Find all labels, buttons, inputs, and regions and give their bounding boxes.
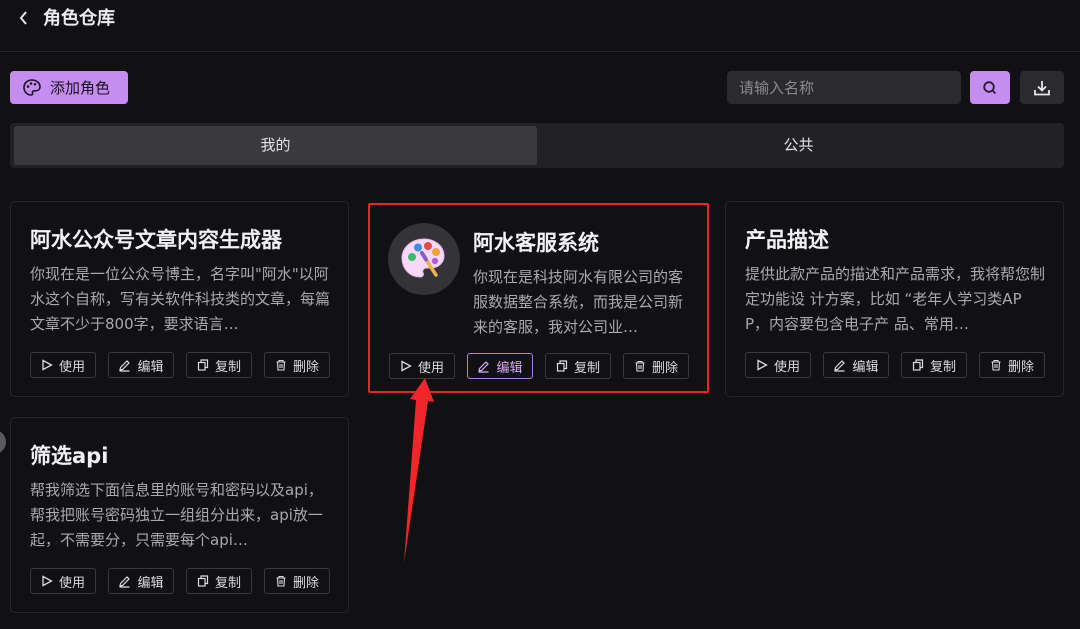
back-button[interactable] (14, 6, 34, 30)
copy-icon (556, 360, 568, 372)
delete-button[interactable]: 删除 (979, 352, 1045, 378)
play-icon (757, 359, 768, 371)
use-button[interactable]: 使用 (745, 352, 811, 378)
card-description: 你现在是一位公众号博主，名字叫"阿水"以阿水这个自称，写有关软件科技类的文章，每… (30, 265, 330, 333)
edit-button[interactable]: 编辑 (108, 352, 174, 378)
card-description: 帮我筛选下面信息里的账号和密码以及api，帮我把账号密码独立一组组分出来，api… (30, 481, 323, 549)
palette-icon (23, 78, 41, 96)
edit-label: 编辑 (137, 575, 164, 591)
copy-label: 复制 (214, 575, 241, 591)
copy-button[interactable]: 复制 (186, 352, 252, 378)
chevron-left-icon (19, 11, 27, 25)
delete-button[interactable]: 删除 (623, 353, 689, 379)
avatar (388, 223, 460, 295)
copy-icon (197, 359, 209, 371)
delete-button[interactable]: 删除 (264, 352, 330, 378)
edit-label: 编辑 (137, 359, 164, 375)
delete-label: 删除 (1007, 359, 1034, 375)
pencil-icon (834, 359, 846, 372)
trash-icon (276, 359, 286, 371)
card-title: 阿水客服系统 (473, 231, 599, 255)
copy-icon (197, 575, 209, 587)
copy-button[interactable]: 复制 (901, 352, 967, 378)
copy-label: 复制 (929, 359, 956, 375)
tab-bar: 我的 公共 (10, 123, 1064, 168)
download-button[interactable] (1020, 71, 1064, 104)
header: 角色仓库 (0, 0, 1080, 52)
delete-label: 删除 (292, 359, 319, 375)
delete-label: 删除 (651, 360, 678, 376)
delete-label: 删除 (292, 575, 319, 591)
trash-icon (276, 575, 286, 587)
tab-mine[interactable]: 我的 (14, 126, 537, 165)
pencil-icon (119, 359, 131, 372)
role-card[interactable]: 阿水公众号文章内容生成器 你现在是一位公众号博主，名字叫"阿水"以阿水这个自称，… (10, 201, 349, 397)
trash-icon (991, 359, 1001, 371)
palette-icon (401, 238, 445, 278)
use-label: 使用 (773, 359, 800, 375)
edit-label: 编辑 (852, 359, 879, 375)
pencil-icon (478, 360, 490, 373)
tab-public[interactable]: 公共 (537, 126, 1060, 165)
use-label: 使用 (58, 359, 85, 375)
add-role-button[interactable]: 添加角色 (10, 71, 128, 104)
edit-button[interactable]: 编辑 (823, 352, 889, 378)
role-card[interactable]: 筛选api 帮我筛选下面信息里的账号和密码以及api，帮我把账号密码独立一组组分… (10, 417, 349, 613)
role-warehouse-page: 角色仓库 添加角色 我的 公共 阿水公众号文章内容生成器 你现在是一位公众号博主… (0, 0, 1080, 629)
card-description: 提供此款产品的描述和产品需求，我将帮您制定功能设 计方案，比如 “老年人学习类A… (745, 265, 1045, 333)
edit-button[interactable]: 编辑 (108, 568, 174, 594)
use-label: 使用 (58, 575, 85, 591)
pencil-icon (119, 575, 131, 588)
page-title: 角色仓库 (43, 8, 115, 29)
scroll-handle[interactable] (0, 430, 6, 454)
edit-button[interactable]: 编辑 (467, 353, 533, 379)
add-role-label: 添加角色 (50, 79, 111, 97)
role-card[interactable]: 产品描述 提供此款产品的描述和产品需求，我将帮您制定功能设 计方案，比如 “老年… (725, 201, 1064, 397)
use-button[interactable]: 使用 (30, 568, 96, 594)
search-input[interactable] (727, 71, 961, 104)
card-title: 筛选api (30, 444, 109, 468)
search-button[interactable] (970, 71, 1010, 104)
card-title: 产品描述 (745, 228, 829, 252)
download-icon (1034, 80, 1050, 95)
role-card-highlighted[interactable]: 阿水客服系统 你现在是科技阿水有限公司的客服数据整合系统，而我是公司新来的客服，… (368, 203, 709, 393)
use-button[interactable]: 使用 (30, 352, 96, 378)
use-label: 使用 (417, 360, 444, 376)
card-description: 你现在是科技阿水有限公司的客服数据整合系统，而我是公司新来的客服，我对公司业… (473, 268, 684, 336)
search-icon (983, 80, 997, 94)
copy-button[interactable]: 复制 (545, 353, 611, 379)
delete-button[interactable]: 删除 (264, 568, 330, 594)
edit-label: 编辑 (496, 360, 523, 376)
copy-icon (912, 359, 924, 371)
play-icon (401, 360, 412, 372)
copy-button[interactable]: 复制 (186, 568, 252, 594)
copy-label: 复制 (214, 359, 241, 375)
use-button[interactable]: 使用 (389, 353, 455, 379)
trash-icon (635, 360, 645, 372)
card-title: 阿水公众号文章内容生成器 (30, 228, 282, 252)
play-icon (42, 575, 53, 587)
copy-label: 复制 (573, 360, 600, 376)
play-icon (42, 359, 53, 371)
